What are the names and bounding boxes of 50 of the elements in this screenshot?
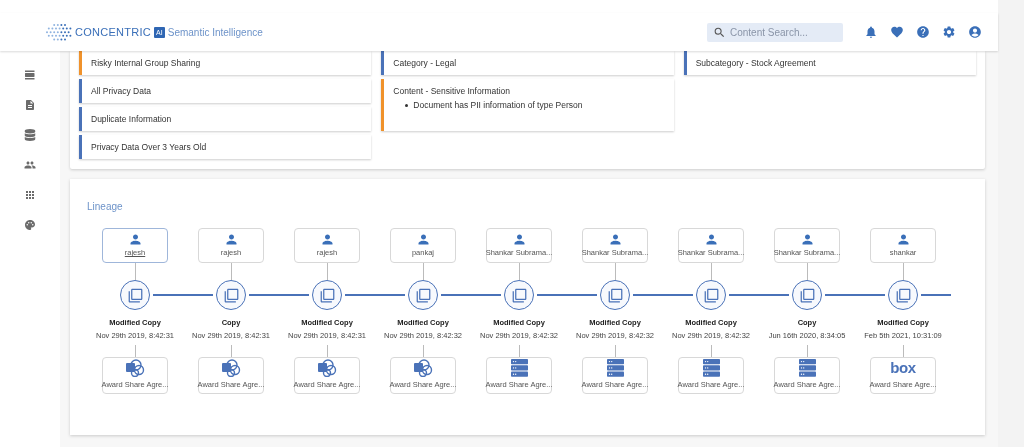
sharepoint-circles-icon <box>125 359 145 378</box>
copy-icon <box>319 287 335 303</box>
copy-icon <box>895 287 911 303</box>
lineage-title: Lineage <box>87 200 124 214</box>
risk-card[interactable]: Category - Legal <box>381 51 674 75</box>
risk-card[interactable]: Subcategory - Stock Agreement <box>683 51 976 75</box>
risk-card[interactable]: Content - Sensitive Information Document has PII information of type Person <box>381 79 674 131</box>
copy-icon <box>703 287 719 303</box>
server-stack-icon <box>702 359 720 378</box>
dotted-logo-icon <box>44 22 74 42</box>
connector-line <box>921 294 951 296</box>
sharepoint-circles-icon <box>317 359 337 378</box>
risk-card-title: Category - Legal <box>393 57 458 69</box>
sharepoint-circles-icon <box>221 359 241 378</box>
risk-card-title: All Privacy Data <box>91 85 152 97</box>
server-stack-icon <box>798 359 816 378</box>
copy-node[interactable] <box>408 280 438 310</box>
risk-detail-text: Document has PII information of type Person <box>413 99 583 111</box>
copy-icon <box>799 287 815 303</box>
copy-node[interactable] <box>888 280 918 310</box>
risk-card[interactable]: Privacy Data Over 3 Years Old <box>79 135 372 159</box>
risk-card-title: Risky Internal Group Sharing <box>91 57 202 69</box>
risk-card[interactable]: All Privacy Data <box>79 79 372 103</box>
copy-icon <box>127 287 143 303</box>
brand-name: CONCENTRIC <box>75 24 152 40</box>
search-icon <box>713 25 726 39</box>
risk-card[interactable]: Duplicate Information <box>79 107 372 131</box>
bullet-icon <box>405 103 409 107</box>
server-stack-icon <box>606 359 624 378</box>
copy-icon <box>415 287 431 303</box>
risk-card-title: Content - Sensitive Information <box>393 85 512 97</box>
risk-card-title: Subcategory - Stock Agreement <box>695 57 817 69</box>
copy-icon <box>511 287 527 303</box>
copy-node[interactable] <box>504 280 534 310</box>
sharepoint-circles-icon <box>413 359 433 378</box>
copy-node[interactable] <box>216 280 246 310</box>
copy-icon <box>223 287 239 303</box>
copy-node[interactable] <box>120 280 150 310</box>
box-logo: box <box>890 359 916 378</box>
risk-card-title: Privacy Data Over 3 Years Old <box>91 141 208 153</box>
copy-node[interactable] <box>312 280 342 310</box>
copy-icon <box>607 287 623 303</box>
risk-card[interactable]: Risky Internal Group Sharing <box>79 51 372 75</box>
copy-node[interactable] <box>792 280 822 310</box>
server-stack-icon <box>510 359 528 378</box>
copy-node[interactable] <box>696 280 726 310</box>
risk-card-title: Duplicate Information <box>91 113 173 125</box>
search-field[interactable]: Content Search... <box>707 22 843 42</box>
product-name: Semantic Intelligence <box>167 25 263 40</box>
copy-node[interactable] <box>600 280 630 310</box>
